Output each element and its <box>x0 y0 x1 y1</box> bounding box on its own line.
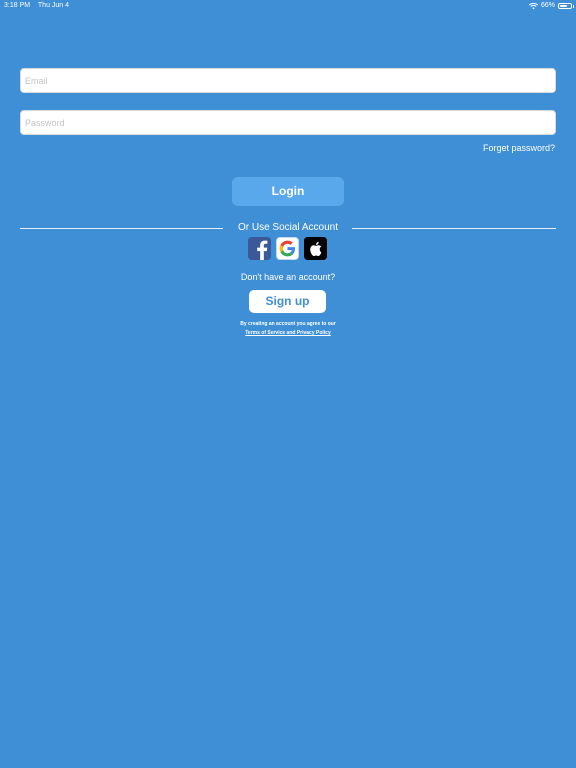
status-right: 66% <box>528 0 574 12</box>
google-icon <box>279 240 296 257</box>
battery-percent: 66% <box>540 2 555 9</box>
agree-text: By creating an account you agree to our <box>240 321 336 327</box>
status-time: 3:18 PM <box>4 2 31 9</box>
facebook-button[interactable] <box>248 237 271 260</box>
password-field-container <box>20 110 556 135</box>
forget-password-link[interactable]: Forget password? <box>483 143 555 153</box>
password-field[interactable] <box>21 111 555 134</box>
terms-notice: By creating an account you agree to our … <box>0 320 576 338</box>
wifi-icon <box>528 2 538 9</box>
facebook-icon <box>248 237 271 260</box>
sign-up-button[interactable]: Sign up <box>249 290 326 313</box>
battery-fill <box>560 5 567 7</box>
divider-right <box>352 228 556 229</box>
status-bar: 3:18 PM Thu Jun 4 66% <box>0 0 576 12</box>
battery-icon <box>558 3 574 9</box>
terms-link[interactable]: Terms of Service and Privacy Policy <box>0 329 576 338</box>
email-field[interactable] <box>21 69 555 92</box>
login-button[interactable]: Login <box>232 177 344 206</box>
apple-button[interactable] <box>304 237 327 260</box>
status-left: 3:18 PM Thu Jun 4 <box>4 0 75 12</box>
divider-left <box>20 228 223 229</box>
no-account-text: Don't have an account? <box>240 272 336 282</box>
google-button[interactable] <box>276 237 299 260</box>
social-divider-text: Or Use Social Account <box>237 222 339 233</box>
status-date: Thu Jun 4 <box>37 2 70 9</box>
apple-icon <box>304 237 327 260</box>
email-field-container <box>20 68 556 93</box>
